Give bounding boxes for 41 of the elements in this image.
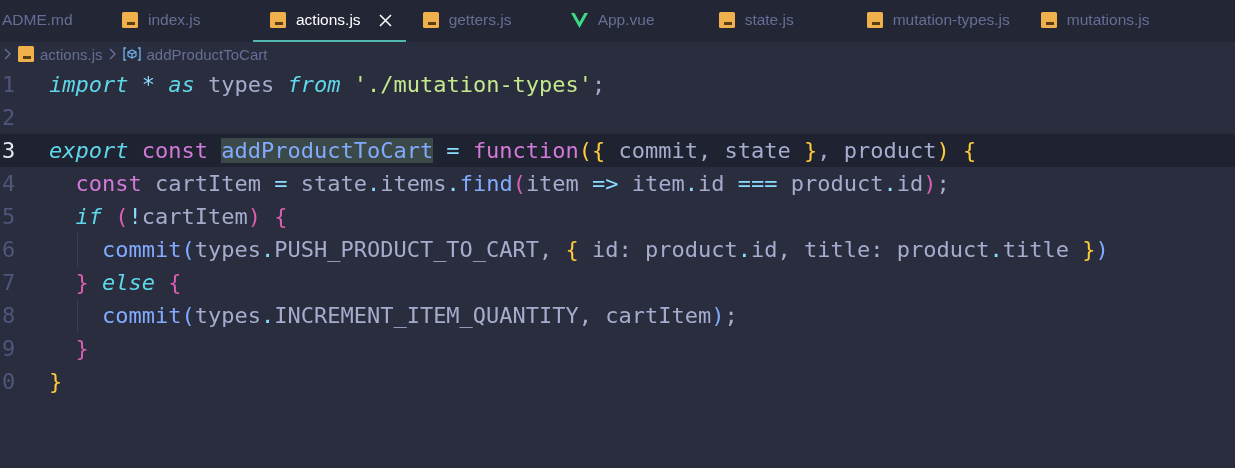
js-file-icon (422, 12, 439, 28)
line-number: 0 (1, 369, 17, 394)
breadcrumb-item[interactable]: addProductToCart (146, 45, 268, 63)
code-line: export const addProductToCart = function({ commit, state }, product) { (49, 138, 977, 163)
editor-tab[interactable]: mutations.js (1023, 0, 1172, 42)
code-line: const cartItem = state.items.find(item => item.id === product.id); (74, 171, 950, 196)
editor-tab[interactable]: actions.js (253, 0, 406, 42)
js-file-icon (270, 12, 286, 28)
js-file-icon (18, 46, 34, 62)
js-file-icon (122, 12, 138, 28)
chevron-icon (4, 48, 12, 60)
line-number: 6 (1, 237, 17, 262)
line-number: 1 (1, 72, 17, 97)
vue-file-icon (570, 12, 588, 28)
code-line: commit(types.INCREMENT_ITEM_QUANTITY, cartItem); (100, 303, 738, 328)
editor-tab[interactable]: ADME.md (0, 0, 105, 42)
code-line: } (74, 336, 89, 361)
symbol-icon (122, 47, 141, 61)
chevron-icon (108, 48, 117, 60)
line-number: 8 (1, 303, 17, 328)
editor-tab[interactable]: mutation-types.js (849, 0, 1024, 42)
line-number: 7 (1, 270, 17, 295)
line-number: 3 (1, 138, 17, 163)
js-file-icon (1040, 12, 1057, 28)
code-line: if (!cartItem) { (74, 204, 288, 229)
line-number: 2 (1, 105, 17, 130)
editor-tab[interactable]: App.vue (553, 0, 702, 42)
js-file-icon (866, 12, 883, 28)
js-file-icon (718, 12, 735, 28)
code-line: import * as types from './mutation-types'; (49, 72, 606, 97)
line-number: 4 (1, 171, 17, 196)
code-line: } else { (74, 270, 182, 295)
editor-tab[interactable]: index.js (105, 0, 253, 42)
close-icon[interactable] (378, 13, 392, 27)
line-number: 5 (1, 204, 17, 229)
code-line: commit(types.PUSH_PRODUCT_TO_CART, { id: product.id, title: product.title }) (100, 237, 1109, 262)
editor-tab[interactable]: getters.js (405, 0, 554, 42)
breadcrumb-item[interactable]: actions.js (40, 45, 103, 63)
code-line: } (49, 369, 63, 394)
line-number: 9 (1, 336, 17, 361)
editor-tab[interactable]: state.js (701, 0, 850, 42)
